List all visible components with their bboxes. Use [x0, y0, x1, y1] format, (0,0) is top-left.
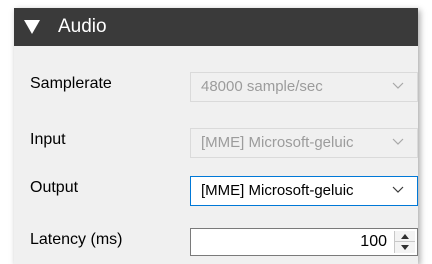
arrow-down-icon	[401, 245, 409, 250]
triangle-down-icon[interactable]	[24, 20, 40, 34]
audio-section-header[interactable]: Audio	[14, 8, 418, 46]
samplerate-label: Samplerate	[30, 75, 112, 92]
arrow-up-icon	[401, 234, 409, 239]
input-value: [MME] Microsoft-geluic	[201, 134, 354, 151]
audio-settings-panel: Audio Samplerate 48000 sample/sec Input …	[14, 8, 418, 264]
decrement-button[interactable]	[395, 242, 415, 253]
output-label: Output	[30, 179, 79, 196]
chevron-down-icon	[392, 138, 404, 145]
latency-label: Latency (ms)	[30, 231, 123, 248]
increment-button[interactable]	[395, 231, 415, 242]
chevron-down-icon[interactable]	[391, 182, 405, 196]
spin-buttons	[394, 231, 415, 253]
section-title: Audio	[58, 16, 107, 37]
latency-spinbox[interactable]: 100	[190, 228, 418, 256]
input-dropdown: [MME] Microsoft-geluic	[190, 128, 418, 158]
input-label: Input	[30, 131, 66, 148]
samplerate-dropdown: 48000 sample/sec	[190, 72, 418, 102]
latency-value[interactable]: 100	[360, 233, 387, 251]
chevron-down-icon	[392, 82, 404, 89]
output-value: [MME] Microsoft-geluic	[201, 182, 354, 199]
samplerate-value: 48000 sample/sec	[201, 78, 323, 95]
output-dropdown[interactable]: [MME] Microsoft-geluic	[190, 176, 418, 206]
